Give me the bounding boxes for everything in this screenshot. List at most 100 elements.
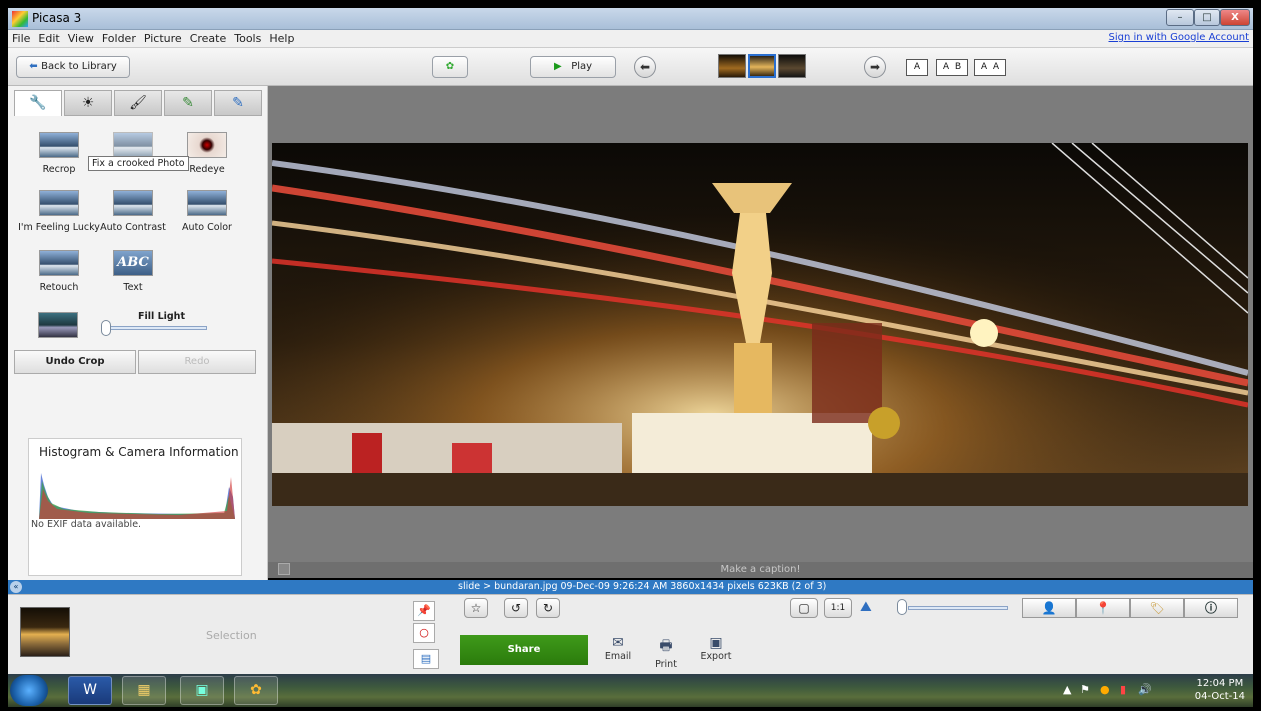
caption-field[interactable]: Make a caption! <box>268 562 1253 578</box>
photo-viewer-taskbar-icon[interactable]: ▣ <box>180 676 224 705</box>
tab-effects[interactable]: 🖌 <box>114 90 162 116</box>
fit-to-window-icon[interactable]: ▢ <box>790 598 818 618</box>
previous-photo-icon[interactable]: ⬅ <box>634 56 656 78</box>
menu-create[interactable]: Create <box>186 30 231 48</box>
collapse-panel-icon[interactable]: « <box>10 581 22 593</box>
menu-folder[interactable]: Folder <box>98 30 140 48</box>
minimize-button[interactable]: – <box>1166 9 1194 26</box>
straighten-tooltip: Fix a crooked Photo <box>88 156 189 171</box>
sun-icon: ☀ <box>81 95 95 111</box>
zoom-slider-handle[interactable] <box>897 599 907 615</box>
rotate-left-icon[interactable]: ↺ <box>504 598 528 618</box>
filmstrip-thumb-1[interactable] <box>718 54 746 78</box>
blue-brush-icon: ✎ <box>232 95 244 111</box>
zoom-slider[interactable] <box>908 606 1008 610</box>
recrop-icon <box>39 132 79 158</box>
tab-effects-3[interactable]: ✎ <box>214 90 262 116</box>
print-button[interactable]: 🖶 Print <box>646 635 686 670</box>
auto-color-icon <box>187 190 227 216</box>
sign-in-link[interactable]: Sign in with Google Account <box>1109 32 1250 43</box>
menu-help[interactable]: Help <box>265 30 298 48</box>
brush-icon: 🖌 <box>129 95 147 111</box>
picasa-taskbar-icon[interactable]: ✿ <box>234 676 278 705</box>
retouch-tool[interactable]: Retouch <box>26 250 92 293</box>
windows-taskbar: W ▦ ▣ ✿ ▲ ⚑ ● ▮ 🔊 12:04 PM 04-Oct-14 <box>8 674 1253 707</box>
word-taskbar-icon[interactable]: W <box>68 676 112 705</box>
share-button[interactable]: Share <box>460 635 588 665</box>
email-button[interactable]: ✉ Email <box>598 635 638 662</box>
caption-mode-ab[interactable]: A B <box>936 59 968 76</box>
caption-toggle-icon[interactable] <box>278 563 290 575</box>
info-icon[interactable]: ⓘ <box>1184 598 1238 618</box>
add-to-album-icon[interactable]: ▤ <box>413 649 439 669</box>
title-bar: Picasa 3 – □ X <box>8 8 1253 30</box>
retouch-label: Retouch <box>39 282 79 293</box>
selected-photo-thumb[interactable] <box>20 607 70 657</box>
tab-tuning[interactable]: ☀ <box>64 90 112 116</box>
email-label: Email <box>604 651 632 662</box>
pin-icon[interactable]: 📌 <box>413 601 435 621</box>
caption-mode-a[interactable]: A <box>906 59 928 76</box>
auto-contrast-tool[interactable]: Auto Contrast <box>100 190 166 233</box>
app-tray-icon[interactable]: ● <box>1100 683 1110 696</box>
maximize-button[interactable]: □ <box>1194 9 1220 26</box>
rotate-right-icon[interactable]: ↻ <box>536 598 560 618</box>
menu-view[interactable]: View <box>64 30 98 48</box>
feeling-lucky-tool[interactable]: I'm Feeling Lucky <box>16 190 102 233</box>
auto-color-tool[interactable]: Auto Color <box>174 190 240 233</box>
star-icon[interactable]: ☆ <box>464 598 488 618</box>
photo-viewer <box>268 86 1253 562</box>
fill-light-slider[interactable] <box>103 326 207 330</box>
envelope-icon: ✉ <box>612 635 624 651</box>
exif-info: No EXIF data available. <box>31 519 142 530</box>
feeling-lucky-icon <box>39 190 79 216</box>
caption-mode-aa[interactable]: A A <box>974 59 1006 76</box>
clear-selection-icon[interactable]: ○ <box>413 623 435 643</box>
redo-button[interactable]: Redo <box>138 350 256 374</box>
menu-tools[interactable]: Tools <box>230 30 265 48</box>
next-photo-icon[interactable]: ➡ <box>864 56 886 78</box>
system-clock[interactable]: 12:04 PM 04-Oct-14 <box>1195 677 1245 703</box>
network-icon[interactable]: ▮ <box>1120 683 1126 696</box>
paint-brush-icon: ✎ <box>182 95 194 111</box>
menu-file[interactable]: File <box>8 30 34 48</box>
people-icon[interactable]: 👤 <box>1022 598 1076 618</box>
redeye-icon <box>187 132 227 158</box>
clock-time: 12:04 PM <box>1196 678 1244 689</box>
export-button[interactable]: ▣ Export <box>696 635 736 662</box>
back-to-library-button[interactable]: ⬅ Back to Library <box>16 56 130 78</box>
close-button[interactable]: X <box>1220 9 1250 26</box>
start-button[interactable] <box>10 675 48 706</box>
wrench-icon: 🔧 <box>29 95 47 111</box>
action-center-icon[interactable]: ⚑ <box>1080 683 1090 696</box>
play-label: Play <box>571 61 593 72</box>
play-slideshow-button[interactable]: ▶ Play <box>530 56 616 78</box>
filmstrip-thumb-2[interactable] <box>748 54 776 78</box>
menu-edit[interactable]: Edit <box>34 30 63 48</box>
undo-crop-button[interactable]: Undo Crop <box>14 350 136 374</box>
straighten-icon <box>113 132 153 158</box>
printer-icon: 🖶 <box>659 638 673 654</box>
volume-icon[interactable]: 🔊 <box>1138 683 1152 696</box>
show-hidden-icons-icon[interactable]: ▲ <box>1063 683 1071 696</box>
export-label: Export <box>700 651 732 662</box>
tab-effects-2[interactable]: ✎ <box>164 90 212 116</box>
tags-icon[interactable]: 🏷 <box>1130 598 1184 618</box>
back-to-library-label: Back to Library <box>41 61 117 72</box>
location-pin-icon[interactable]: 📍 <box>1076 598 1130 618</box>
actual-size-icon[interactable]: 1:1 <box>824 598 852 618</box>
text-tool[interactable]: ABC Text <box>100 250 166 293</box>
filmstrip-thumb-3[interactable] <box>778 54 806 78</box>
explorer-taskbar-icon[interactable]: ▦ <box>122 676 166 705</box>
fill-light-slider-handle[interactable] <box>101 320 111 336</box>
menu-bar: File Edit View Folder Picture Create Tools Help… <box>8 30 1253 48</box>
menu-picture[interactable]: Picture <box>140 30 186 48</box>
tab-basic-fixes[interactable]: 🔧 <box>14 90 62 116</box>
recrop-tool[interactable]: Recrop <box>26 132 92 175</box>
main-photo[interactable] <box>272 143 1248 506</box>
fill-light-label: Fill Light <box>138 311 185 322</box>
photo-info: slide > bundaran.jpg 09-Dec-09 9:26:24 A… <box>458 581 827 592</box>
collage-icon[interactable]: ✿ <box>432 56 468 78</box>
histogram-chart <box>39 473 235 519</box>
photo-tray: Selection 📌 ○ ▤ ☆ ↺ ↻ Share ✉ Email 🖶 Prin… <box>8 594 1253 674</box>
